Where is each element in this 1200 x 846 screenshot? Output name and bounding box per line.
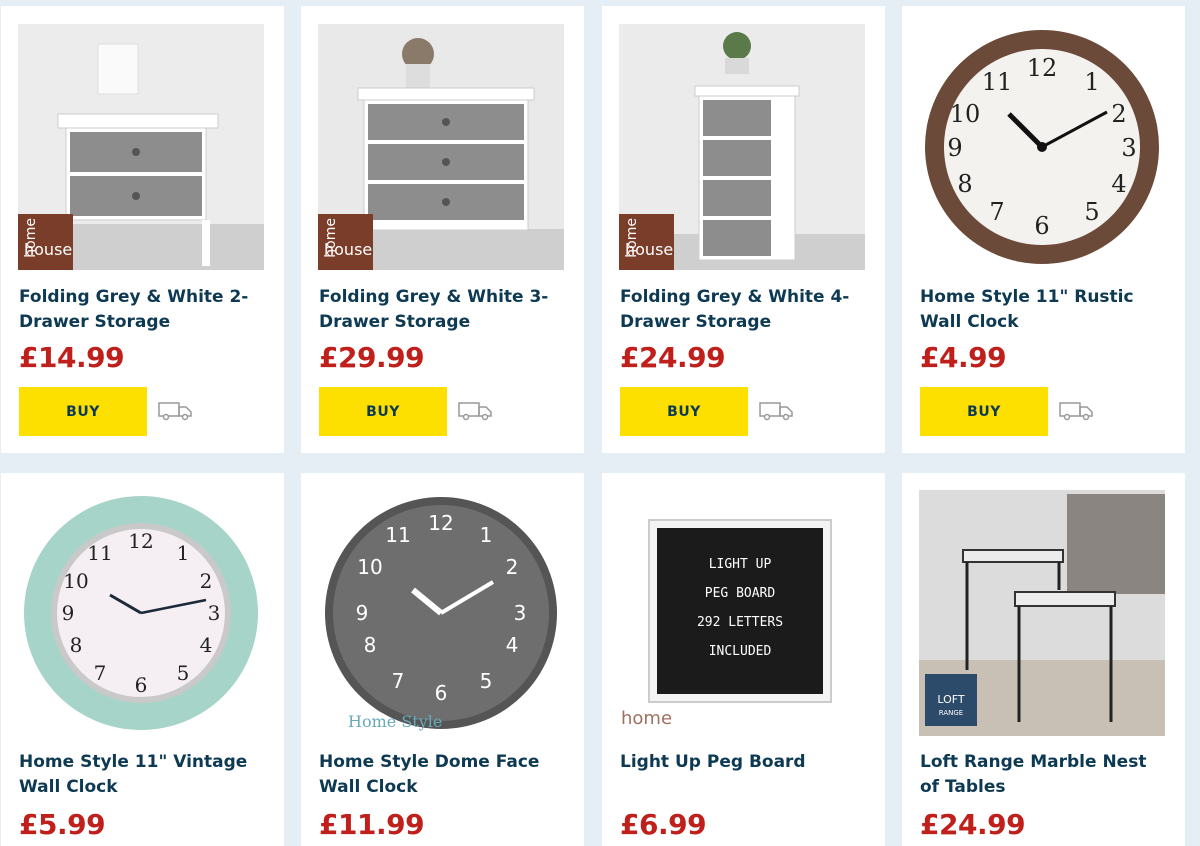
svg-text:6: 6 — [1034, 212, 1049, 240]
buy-button[interactable]: BUY — [620, 387, 748, 436]
svg-text:1: 1 — [480, 523, 493, 547]
svg-text:9: 9 — [62, 601, 75, 625]
product-image[interactable]: 12 1 2 3 45 6 78 9 10 11 Home Style — [318, 490, 564, 736]
product-title[interactable]: Loft Range Marble Nest of Tables — [920, 750, 1170, 800]
svg-text:6: 6 — [435, 681, 448, 705]
svg-text:3: 3 — [514, 601, 527, 625]
svg-text:10: 10 — [357, 555, 382, 579]
svg-text:8: 8 — [364, 633, 377, 657]
svg-text:9: 9 — [356, 601, 369, 625]
product-image[interactable]: home house — [18, 24, 264, 270]
svg-text:8: 8 — [70, 633, 83, 657]
product-title[interactable]: Folding Grey & White 4-Drawer Storage — [620, 285, 870, 335]
product-card: 12 1 2 3 45 6 78 9 10 11 Home Style 11" Rustic… — [902, 6, 1185, 453]
svg-text:4: 4 — [1111, 170, 1126, 198]
product-price: £4.99 — [920, 341, 1007, 374]
svg-text:12: 12 — [1027, 54, 1058, 82]
svg-text:12: 12 — [128, 529, 153, 553]
delivery-van-icon — [1059, 402, 1093, 421]
product-image[interactable]: LIGHT UP PEG BOARD 292 LETTERS INCLUDED … — [619, 490, 865, 736]
svg-text:1: 1 — [1084, 68, 1099, 96]
svg-text:2: 2 — [200, 569, 213, 593]
svg-text:10: 10 — [950, 100, 981, 128]
svg-text:3: 3 — [1121, 134, 1136, 162]
product-image[interactable]: 12 1 2 3 45 6 78 9 10 11 — [18, 490, 264, 736]
loft-range-logo: LOFT RANGE — [925, 674, 977, 726]
svg-text:5: 5 — [480, 669, 493, 693]
product-title[interactable]: Home Style Dome Face Wall Clock — [319, 750, 569, 800]
svg-text:7: 7 — [392, 669, 405, 693]
product-price: £11.99 — [319, 808, 425, 841]
svg-text:12: 12 — [428, 511, 453, 535]
product-price: £24.99 — [620, 341, 726, 374]
product-card: home house Folding Grey & White 2-Drawer … — [1, 6, 284, 453]
svg-text:4: 4 — [200, 633, 213, 657]
product-price: £24.99 — [920, 808, 1026, 841]
product-title[interactable]: Light Up Peg Board — [620, 750, 870, 775]
product-price: £5.99 — [19, 808, 106, 841]
product-title[interactable]: Home Style 11" Rustic Wall Clock — [920, 285, 1170, 335]
svg-text:5: 5 — [1084, 198, 1099, 226]
svg-text:7: 7 — [989, 198, 1004, 226]
svg-text:5: 5 — [177, 661, 190, 685]
svg-text:10: 10 — [63, 569, 88, 593]
svg-text:8: 8 — [957, 170, 972, 198]
product-card: LOFT RANGE Loft Range Marble Nest of Tabl… — [902, 473, 1185, 846]
product-card: 12 1 2 3 45 6 78 9 10 11 Home Style 11" Vintag… — [1, 473, 284, 846]
svg-text:11: 11 — [87, 541, 112, 565]
product-card: LIGHT UP PEG BOARD 292 LETTERS INCLUDED … — [602, 473, 885, 846]
peg-board-text: LIGHT UP PEG BOARD 292 LETTERS INCLUDED — [696, 557, 784, 659]
home-house-logo: home house — [318, 214, 373, 270]
svg-text:4: 4 — [506, 633, 519, 657]
svg-text:11: 11 — [982, 68, 1013, 96]
delivery-van-icon — [759, 402, 793, 421]
svg-text:2: 2 — [506, 555, 519, 579]
product-image[interactable]: LOFT RANGE — [919, 490, 1165, 736]
product-price: £14.99 — [19, 341, 125, 374]
product-card: 12 1 2 3 45 6 78 9 10 11 Home Style Home Style… — [301, 473, 584, 846]
product-price: £6.99 — [620, 808, 707, 841]
product-image[interactable]: home house — [619, 24, 865, 270]
product-image[interactable]: home house — [318, 24, 564, 270]
buy-button[interactable]: BUY — [920, 387, 1048, 436]
product-image[interactable]: 12 1 2 3 45 6 78 9 10 11 — [919, 24, 1165, 270]
home-house-logo: home house — [18, 214, 73, 270]
svg-text:1: 1 — [177, 541, 190, 565]
home-style-logo: Home Style — [348, 712, 443, 731]
svg-text:9: 9 — [947, 134, 962, 162]
delivery-van-icon — [158, 402, 192, 421]
product-title[interactable]: Folding Grey & White 2-Drawer Storage — [19, 285, 269, 335]
svg-text:6: 6 — [135, 673, 148, 697]
home-house-logo: home house — [619, 214, 674, 270]
svg-text:2: 2 — [1111, 100, 1126, 128]
home-decoration-logo: homeDECORATION — [621, 708, 673, 729]
product-price: £29.99 — [319, 341, 425, 374]
product-title[interactable]: Folding Grey & White 3-Drawer Storage — [319, 285, 569, 335]
delivery-van-icon — [458, 402, 492, 421]
buy-button[interactable]: BUY — [319, 387, 447, 436]
product-card: home house Folding Grey & White 3-Drawer … — [301, 6, 584, 453]
svg-text:11: 11 — [385, 523, 410, 547]
product-title[interactable]: Home Style 11" Vintage Wall Clock — [19, 750, 269, 800]
buy-button[interactable]: BUY — [19, 387, 147, 436]
svg-text:3: 3 — [208, 601, 221, 625]
product-card: home house Folding Grey & White 4-Drawer … — [602, 6, 885, 453]
svg-text:7: 7 — [94, 661, 107, 685]
